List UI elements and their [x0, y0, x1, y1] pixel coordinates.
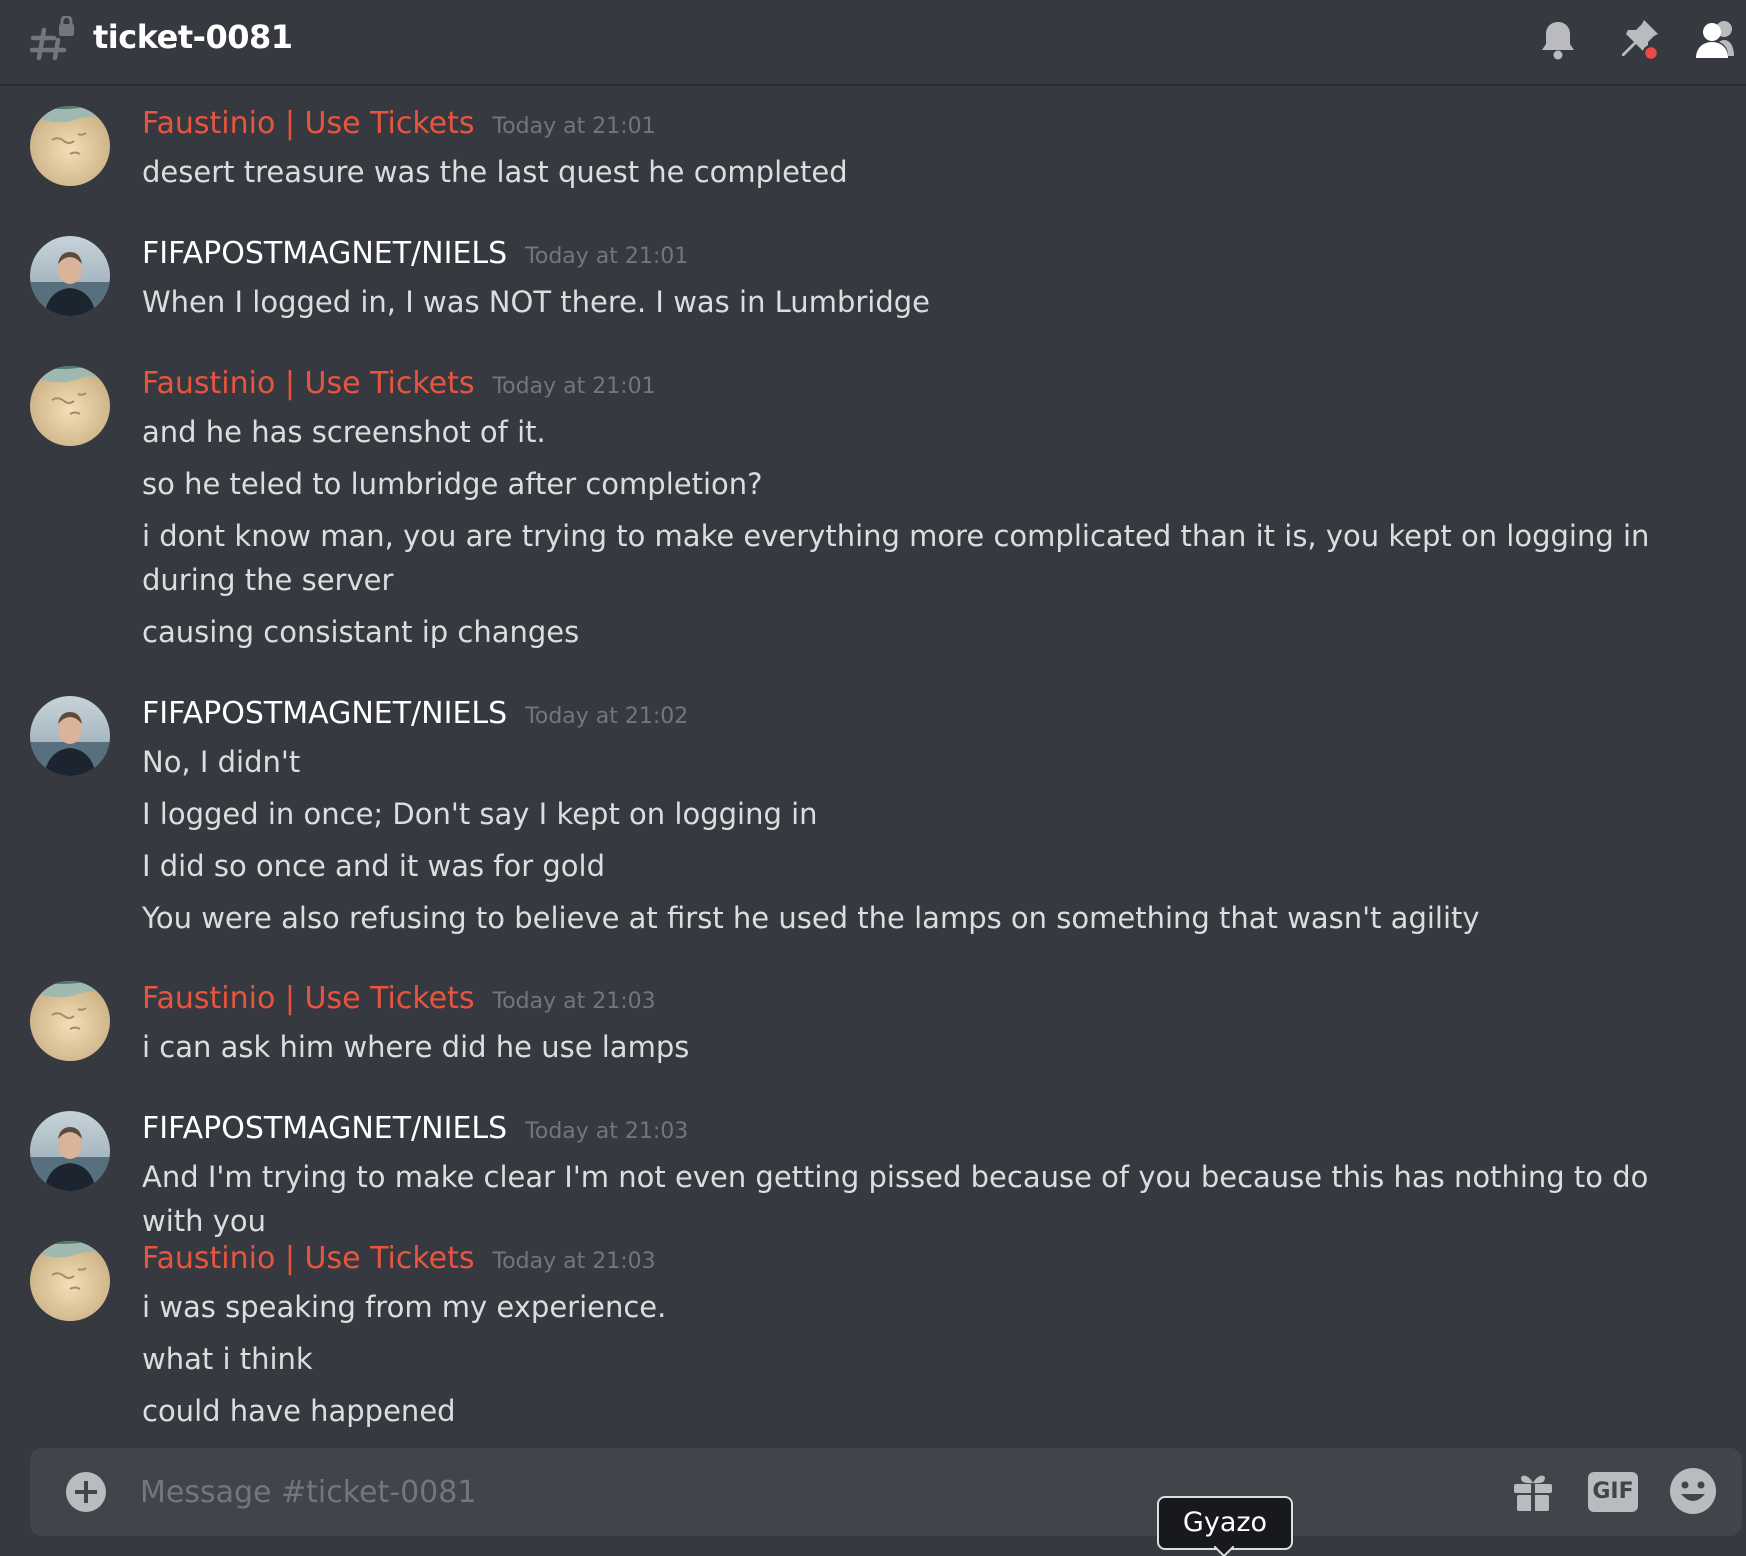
message-text: I logged in once; Don't say I kept on lo… [142, 797, 818, 831]
username[interactable]: Faustinio | Use Tickets [142, 106, 474, 141]
message-header: Faustinio | Use Tickets Today at 21:03 [142, 981, 656, 1025]
message-text: i dont know man, you are trying to make … [142, 519, 1650, 597]
locked-hash-icon [30, 16, 74, 61]
message-header: Faustinio | Use Tickets Today at 21:03 [142, 1241, 656, 1285]
timestamp: Today at 21:03 [492, 989, 656, 1014]
pin-icon[interactable] [1614, 16, 1662, 64]
message-header: FIFAPOSTMAGNET/NIELS Today at 21:01 [142, 236, 688, 280]
username[interactable]: FIFAPOSTMAGNET/NIELS [142, 236, 507, 271]
gyazo-tooltip: Gyazo [1157, 1496, 1293, 1550]
tooltip-arrow [1214, 1546, 1234, 1556]
beach-sand-avatar[interactable] [30, 366, 110, 446]
channel-header: ticket-0081 [0, 0, 1746, 86]
message-text: i can ask him where did he use lamps [142, 1030, 690, 1064]
timestamp: Today at 21:02 [525, 704, 689, 729]
timestamp: Today at 21:03 [492, 1249, 656, 1274]
message-text: i was speaking from my experience. [142, 1290, 667, 1324]
members-icon[interactable] [1694, 16, 1742, 64]
message-list[interactable]: Faustinio | Use Tickets Today at 21:01 des… [0, 86, 1746, 1440]
message-text: When I logged in, I was NOT there. I was… [142, 285, 930, 319]
message-body: i was speaking from my experience. what i… [142, 1285, 1662, 1440]
message-text: You were also refusing to believe at fir… [142, 901, 1480, 935]
message-text: could have happened [142, 1394, 456, 1428]
username[interactable]: FIFAPOSTMAGNET/NIELS [142, 1111, 507, 1146]
message-text: so he teled to lumbridge after completio… [142, 467, 763, 501]
message-header: Faustinio | Use Tickets Today at 21:01 [142, 366, 656, 410]
message-body: No, I didn't I logged in once; Don't say … [142, 740, 1662, 948]
message-text: desert treasure was the last quest he co… [142, 155, 848, 189]
message-body: When I logged in, I was NOT there. I was… [142, 280, 1662, 332]
message-body: and he has screenshot of it. so he teled … [142, 410, 1662, 662]
timestamp: Today at 21:01 [525, 244, 689, 269]
message-text: And I'm trying to make clear I'm not eve… [142, 1160, 1649, 1238]
bell-icon[interactable] [1534, 16, 1582, 64]
channel-title: ticket-0081 [93, 18, 293, 56]
message-header: Faustinio | Use Tickets Today at 21:01 [142, 106, 656, 150]
message-header: FIFAPOSTMAGNET/NIELS Today at 21:02 [142, 696, 688, 740]
message-text: I did so once and it was for gold [142, 849, 606, 883]
timestamp: Today at 21:01 [492, 374, 656, 399]
message-header: FIFAPOSTMAGNET/NIELS Today at 21:03 [142, 1111, 688, 1155]
person-photo-avatar[interactable] [30, 696, 110, 776]
message-composer: GIF [30, 1448, 1742, 1536]
person-photo-avatar[interactable] [30, 1111, 110, 1191]
gift-icon[interactable] [1510, 1468, 1556, 1514]
emoji-icon[interactable] [1668, 1466, 1718, 1516]
message-text: what i think [142, 1342, 313, 1376]
plus-icon[interactable] [64, 1470, 108, 1514]
message-text: causing consistant ip changes [142, 615, 580, 649]
username[interactable]: Faustinio | Use Tickets [142, 366, 474, 401]
person-photo-avatar[interactable] [30, 236, 110, 316]
beach-sand-avatar[interactable] [30, 106, 110, 186]
username[interactable]: Faustinio | Use Tickets [142, 1241, 474, 1276]
beach-sand-avatar[interactable] [30, 981, 110, 1061]
message-body: i can ask him where did he use lamps [142, 1025, 1662, 1077]
timestamp: Today at 21:03 [525, 1119, 689, 1144]
beach-sand-avatar[interactable] [30, 1241, 110, 1321]
message-text: No, I didn't [142, 745, 301, 779]
timestamp: Today at 21:01 [492, 114, 656, 139]
gif-button[interactable]: GIF [1588, 1472, 1638, 1512]
message-body: And I'm trying to make clear I'm not eve… [142, 1155, 1662, 1251]
message-input[interactable] [140, 1462, 1510, 1522]
message-text: and he has screenshot of it. [142, 415, 546, 449]
username[interactable]: Faustinio | Use Tickets [142, 981, 474, 1016]
username[interactable]: FIFAPOSTMAGNET/NIELS [142, 696, 507, 731]
message-body: desert treasure was the last quest he co… [142, 150, 1662, 202]
